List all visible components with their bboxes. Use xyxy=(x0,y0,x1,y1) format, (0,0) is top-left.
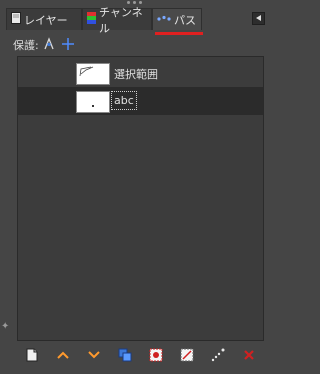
tab-menu-button[interactable] xyxy=(252,12,265,25)
path-thumbnail xyxy=(76,63,110,85)
path-to-selection-icon[interactable] xyxy=(145,345,167,365)
tab-channels-label: チャンネル xyxy=(99,5,143,35)
path-thumbnail xyxy=(76,91,110,113)
tab-paths[interactable]: パス xyxy=(152,8,202,30)
duplicate-path-icon[interactable] xyxy=(114,345,136,365)
list-item[interactable]: 選択範囲 xyxy=(18,59,263,87)
active-tab-highlight xyxy=(155,32,203,35)
delete-path-icon[interactable] xyxy=(238,345,260,365)
tab-channels[interactable]: チャンネル xyxy=(82,6,152,35)
path-name[interactable]: abc xyxy=(111,91,137,110)
list-item[interactable]: abc xyxy=(18,87,263,115)
layers-icon xyxy=(11,12,21,27)
tab-layers-label: レイヤー xyxy=(24,13,68,27)
channels-icon xyxy=(87,12,96,27)
tab-paths-label: パス xyxy=(174,13,196,27)
paint-along-path-icon[interactable] xyxy=(207,345,229,365)
paths-list: 選択範囲 abc xyxy=(17,56,264,341)
paths-icon xyxy=(157,13,171,26)
lower-path-icon[interactable] xyxy=(83,345,105,365)
path-name: 選択範囲 xyxy=(114,68,158,81)
lock-position-icon[interactable] xyxy=(61,37,75,54)
dock-tabs: レイヤー チャンネル パス xyxy=(6,6,270,35)
dock-pin-icon[interactable]: ✦ xyxy=(1,321,9,332)
selection-to-path-icon[interactable] xyxy=(176,345,198,365)
lock-row: 保護: xyxy=(13,36,75,54)
raise-path-icon[interactable] xyxy=(52,345,74,365)
paths-toolbar xyxy=(17,343,264,367)
tab-layers[interactable]: レイヤー xyxy=(6,8,82,30)
lock-label: 保護: xyxy=(13,39,39,52)
new-path-icon[interactable] xyxy=(21,345,43,365)
lock-strokes-icon[interactable] xyxy=(43,36,55,54)
